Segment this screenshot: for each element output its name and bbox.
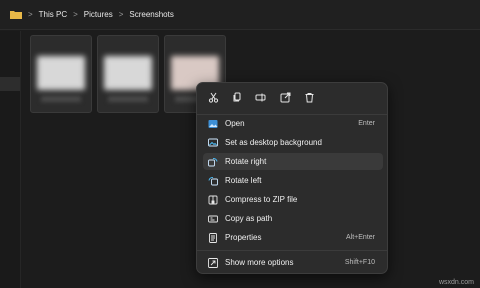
rename-icon [255, 93, 266, 101]
menu-item-rotate-right[interactable]: Rotate right [203, 153, 383, 170]
copy-button[interactable] [229, 89, 245, 105]
menu-divider [197, 250, 387, 251]
menu-item-label: Set as desktop background [225, 138, 322, 147]
menu-item-label: Show more options [225, 258, 294, 267]
context-menu-toolbar [197, 83, 387, 111]
menu-item-rotate-left[interactable]: Rotate left [203, 172, 383, 189]
image-icon [208, 119, 218, 129]
delete-button[interactable] [301, 89, 317, 105]
menu-item-open[interactable]: Open Enter [203, 115, 383, 132]
menu-item-shortcut: Shift+F10 [344, 259, 375, 266]
folder-icon [10, 11, 22, 19]
menu-item-set-desktop-background[interactable]: Set as desktop background [203, 134, 383, 151]
breadcrumb-separator: > [118, 10, 124, 19]
menu-item-shortcut: Alt+Enter [346, 234, 375, 241]
menu-item-properties[interactable]: Properties Alt+Enter [203, 229, 383, 246]
more-options-icon [208, 257, 218, 268]
thumbnail-image [104, 56, 152, 90]
menu-item-label: Rotate right [225, 157, 267, 166]
breadcrumb-separator: > [73, 10, 78, 19]
menu-item-label: Rotate left [225, 176, 262, 185]
menu-item-label: Compress to ZIP file [225, 195, 298, 204]
rotate-right-icon [208, 157, 218, 167]
desktop-image-icon [208, 138, 218, 148]
nav-selected-item[interactable] [0, 77, 20, 91]
share-icon [280, 92, 290, 102]
breadcrumb-this-pc[interactable]: This PC [39, 10, 67, 19]
breadcrumb-separator: > [28, 10, 33, 19]
share-button[interactable] [277, 89, 293, 105]
breadcrumb-screenshots[interactable]: Screenshots [129, 10, 173, 19]
path-icon [208, 214, 218, 224]
watermark: wsxdn.com [438, 279, 474, 286]
menu-item-label: Open [225, 119, 245, 128]
navigation-pane[interactable] [0, 31, 21, 288]
menu-item-copy-as-path[interactable]: Copy as path [203, 210, 383, 227]
copy-icon [233, 92, 240, 101]
scissors-icon [208, 92, 218, 103]
address-bar[interactable]: > This PC > Pictures > Screenshots [0, 0, 480, 30]
menu-item-label: Copy as path [225, 214, 273, 223]
thumbnail-caption [41, 96, 81, 102]
menu-item-label: Properties [225, 233, 262, 242]
properties-icon [208, 232, 218, 243]
menu-item-compress-zip[interactable]: Compress to ZIP file [203, 191, 383, 208]
trash-icon [305, 92, 313, 102]
menu-item-show-more-options[interactable]: Show more options Shift+F10 [203, 254, 383, 271]
zip-icon [208, 195, 218, 205]
cut-button[interactable] [205, 89, 221, 105]
rename-button[interactable] [253, 89, 269, 105]
file-thumbnail[interactable] [97, 35, 159, 113]
breadcrumb-pictures[interactable]: Pictures [84, 10, 113, 19]
thumbnail-caption [108, 96, 148, 102]
thumbnail-image [37, 56, 85, 90]
menu-item-shortcut: Enter [358, 120, 375, 127]
file-thumbnail[interactable] [30, 35, 92, 113]
context-menu: Open Enter Set as desktop background Rot… [196, 82, 388, 274]
rotate-left-icon [208, 176, 218, 186]
